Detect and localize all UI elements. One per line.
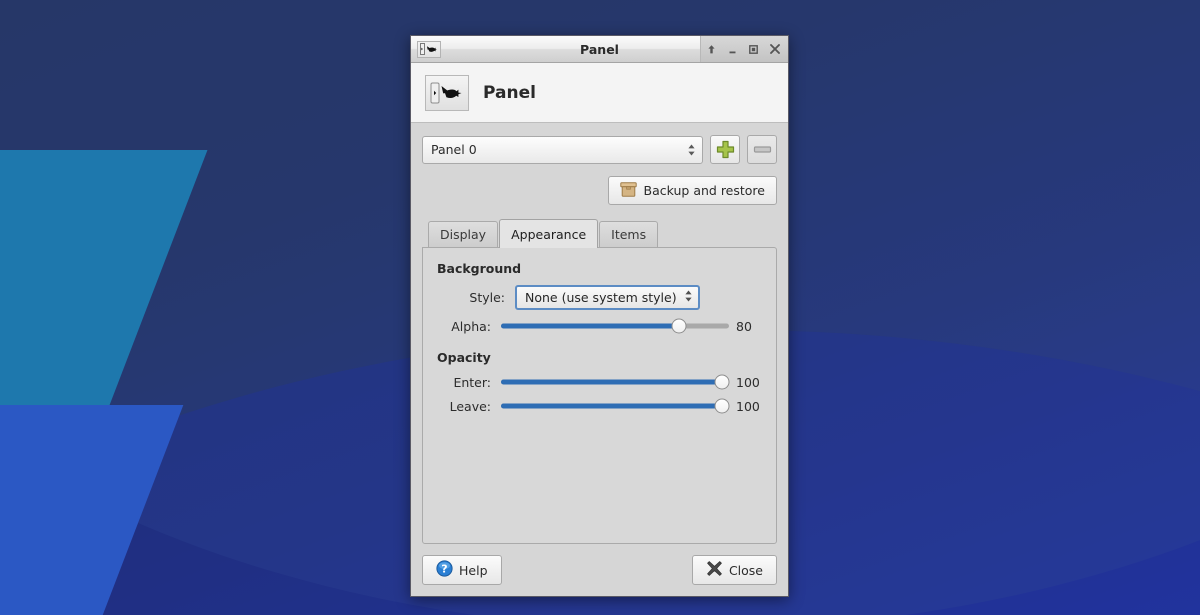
panel-combobox-value: Panel 0 (431, 142, 477, 157)
style-select[interactable]: None (use system style) (515, 285, 700, 310)
panel-icon (417, 40, 441, 58)
alpha-slider-thumb[interactable] (671, 318, 687, 334)
panel-selector-row: Panel 0 (422, 135, 777, 164)
close-window-button[interactable] (764, 38, 785, 61)
close-button[interactable]: Close (691, 555, 777, 585)
leave-value: 100 (736, 398, 760, 414)
remove-panel-button[interactable] (747, 135, 777, 164)
style-select-value: None (use system style) (525, 290, 677, 305)
background-group-title: Background (437, 261, 522, 276)
panel-large-icon (425, 74, 469, 111)
appearance-tab-panel: Background Style: None (use system style… (422, 247, 777, 544)
help-button-label: Help (459, 562, 488, 578)
leave-row: Leave: 100 (437, 398, 762, 414)
alpha-label: Alpha: (451, 318, 491, 334)
tab-bar: Display Appearance Items (422, 218, 777, 248)
tab-display[interactable]: Display (428, 221, 499, 247)
enter-row: Enter: 100 (437, 374, 762, 390)
alpha-value: 80 (736, 318, 752, 334)
minus-icon (753, 146, 771, 153)
leave-slider-fill (501, 403, 722, 409)
leave-slider[interactable] (501, 398, 729, 414)
leave-label: Leave: (449, 398, 491, 414)
close-x-icon (706, 560, 723, 580)
help-button[interactable]: ? Help (422, 555, 502, 585)
enter-slider-fill (501, 379, 722, 385)
help-question-icon: ? (436, 560, 453, 580)
maximize-button[interactable] (743, 38, 764, 61)
dialog-header: Panel (411, 63, 788, 123)
dialog-body: Panel 0 Backup and restore Display Appea… (411, 123, 788, 555)
tab-appearance[interactable]: Appearance (499, 219, 599, 248)
style-row: Style: None (use system style) (437, 285, 762, 310)
svg-text:?: ? (441, 562, 447, 575)
enter-slider-thumb[interactable] (714, 374, 729, 390)
backup-row: Backup and restore (422, 176, 777, 205)
minimize-button[interactable] (722, 38, 743, 61)
up-down-arrows-icon (684, 289, 693, 306)
window-controls (700, 36, 788, 62)
alpha-slider[interactable] (501, 318, 729, 334)
enter-slider[interactable] (501, 374, 729, 390)
plus-icon (716, 140, 734, 159)
panel-settings-window: Panel Panel Panel 0 Backup and restore D… (410, 35, 789, 597)
panel-combobox[interactable]: Panel 0 (422, 135, 703, 164)
leave-slider-thumb[interactable] (714, 398, 729, 414)
backup-and-restore-button[interactable]: Backup and restore (607, 176, 777, 205)
dialog-footer: ? Help Close (411, 555, 788, 596)
opacity-group-title: Opacity (437, 350, 491, 365)
enter-value: 100 (736, 374, 760, 390)
alpha-slider-fill (501, 323, 679, 329)
style-label: Style: (469, 290, 505, 305)
add-panel-button[interactable] (710, 135, 740, 164)
archive-box-icon (619, 181, 637, 200)
enter-label: Enter: (453, 374, 491, 390)
backup-and-restore-label: Backup and restore (643, 183, 765, 198)
tab-items[interactable]: Items (599, 221, 659, 247)
alpha-row: Alpha: 80 (437, 318, 762, 334)
desktop-background: Panel Panel Panel 0 Backup and restore D… (0, 0, 1200, 615)
close-button-label: Close (728, 562, 763, 578)
keep-above-button[interactable] (701, 38, 722, 61)
up-down-arrows-icon (687, 143, 696, 157)
window-titlebar[interactable]: Panel (411, 36, 788, 63)
page-title: Panel (483, 82, 536, 103)
